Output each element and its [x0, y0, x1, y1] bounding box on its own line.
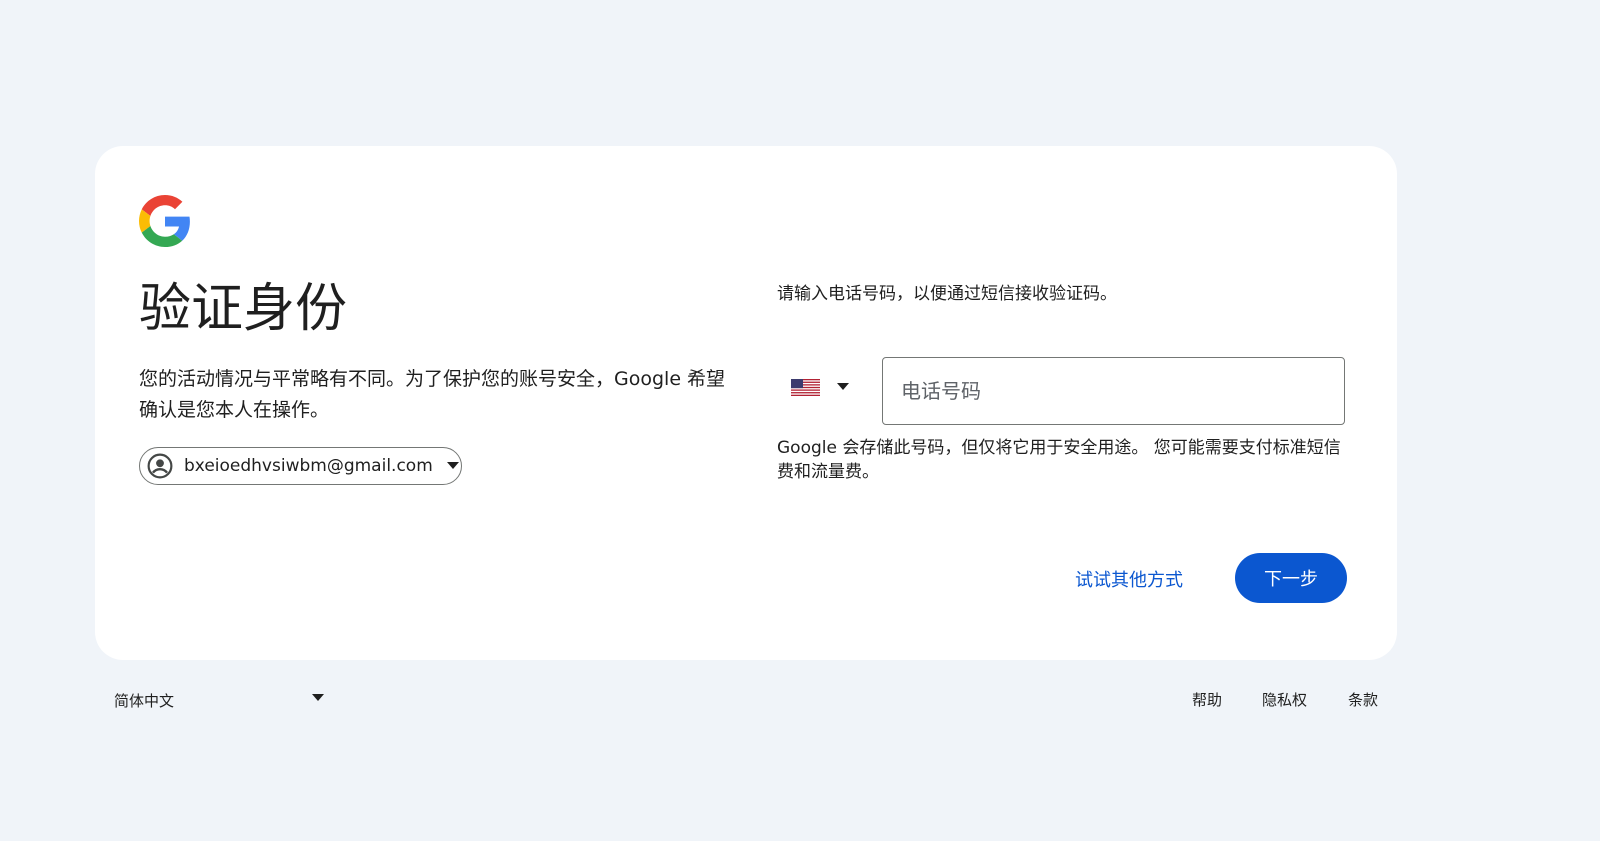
- phone-number-input[interactable]: [882, 357, 1345, 425]
- next-button[interactable]: 下一步: [1235, 553, 1347, 603]
- language-label: 简体中文: [114, 691, 175, 710]
- phone-instruction: 请输入电话号码，以便通过短信接收验证码。: [777, 284, 1117, 304]
- google-logo: [139, 195, 191, 247]
- chevron-down-icon: [312, 694, 324, 702]
- footer-privacy-link[interactable]: 隐私权: [1262, 689, 1307, 710]
- phone-storage-notice: Google 会存储此号码，但仅将它用于安全用途。 您可能需要支付标准短信费和流…: [777, 438, 1341, 482]
- page-description: 您的活动情况与平常略有不同。为了保护您的账号安全，Google 希望确认是您本人…: [139, 368, 726, 421]
- verification-card: 验证身份 您的活动情况与平常略有不同。为了保护您的账号安全，Google 希望确…: [95, 146, 1397, 660]
- account-circle-icon: [147, 453, 173, 479]
- footer-help-link[interactable]: 帮助: [1192, 689, 1222, 710]
- account-email: bxeioedhvsiwbm@gmail.com: [184, 456, 433, 476]
- google-g-icon: [139, 195, 190, 247]
- us-flag-icon: [791, 378, 820, 396]
- chevron-down-icon: [446, 462, 459, 470]
- chevron-down-icon: [837, 383, 849, 391]
- footer-terms-link[interactable]: 条款: [1348, 689, 1378, 710]
- language-select[interactable]: 简体中文: [114, 688, 324, 712]
- account-chip[interactable]: bxeioedhvsiwbm@gmail.com: [139, 447, 462, 485]
- page-title: 验证身份: [139, 279, 348, 339]
- country-code-select[interactable]: [791, 372, 861, 402]
- try-another-way-button[interactable]: 试试其他方式: [1075, 566, 1183, 592]
